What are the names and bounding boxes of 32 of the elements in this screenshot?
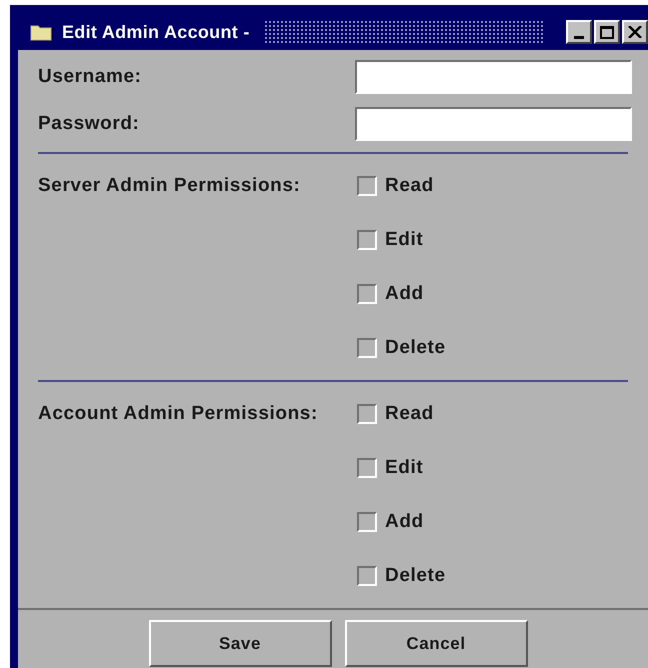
checkbox-label: Add (385, 510, 424, 534)
minimize-icon (574, 36, 584, 39)
checkbox-label: Add (385, 282, 424, 306)
checkbox-label: Delete (385, 336, 446, 360)
maximize-icon (600, 26, 614, 38)
checkbox-label: Read (385, 402, 434, 426)
checkbox-label: Edit (385, 228, 424, 252)
checkbox[interactable] (357, 404, 377, 424)
input-field[interactable] (355, 60, 632, 94)
maximize-button[interactable] (594, 20, 620, 44)
checkbox[interactable] (357, 512, 377, 532)
checkbox-label: Read (385, 174, 434, 198)
checkbox[interactable] (357, 338, 377, 358)
window-title: Edit Admin Account - (62, 20, 250, 44)
checkbox[interactable] (357, 566, 377, 586)
close-button[interactable] (622, 20, 648, 44)
section-label: Server Admin Permissions: (38, 174, 302, 198)
checkbox[interactable] (357, 176, 377, 196)
section-label: Account Admin Permissions: (38, 402, 319, 426)
checkbox[interactable] (357, 230, 377, 250)
dialog-button[interactable]: Cancel (344, 620, 528, 667)
input-field[interactable] (355, 107, 632, 141)
dialog-button[interactable]: Save (148, 620, 332, 667)
checkbox-label: Edit (385, 456, 424, 480)
checkbox[interactable] (357, 284, 377, 304)
folder-icon (30, 23, 52, 41)
minimize-button[interactable] (566, 20, 592, 44)
field-label: Password: (38, 112, 140, 136)
checkbox-label: Delete (385, 564, 446, 588)
close-icon (628, 26, 642, 38)
field-label: Username: (38, 64, 142, 89)
checkbox[interactable] (357, 458, 377, 478)
